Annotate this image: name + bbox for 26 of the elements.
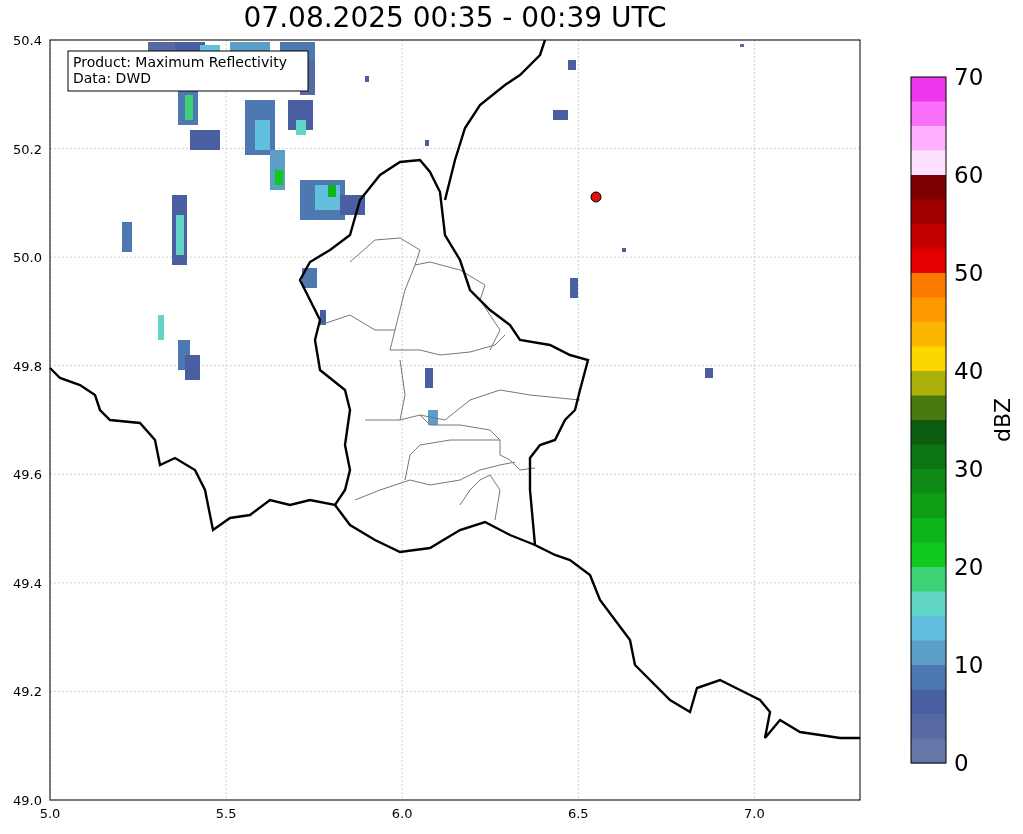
y-tick-label: 49.6 [13, 467, 42, 483]
colorbar-label: dBZ [990, 397, 1015, 443]
colorbar-tick-label: 50 [954, 260, 984, 286]
colorbar-tick-label: 20 [954, 554, 984, 580]
y-tick-label: 50.2 [13, 141, 42, 157]
y-tick-label: 50.4 [13, 33, 42, 48]
y-tick-label: 49.8 [13, 358, 42, 374]
y-tick-label: 49.4 [13, 575, 42, 591]
y-tick-label: 49.0 [13, 793, 42, 808]
x-tick-label: 5.0 [39, 806, 61, 821]
chart-title: 07.08.2025 00:35 - 00:39 UTC [243, 0, 667, 30]
x-tick-label: 5.5 [215, 806, 237, 821]
location-marker [590, 191, 602, 203]
colorbar-tick-label: 70 [954, 64, 984, 90]
colorbar-tick-label: 60 [954, 162, 984, 188]
colorbar-tick-label: 10 [954, 652, 984, 678]
y-tick-label: 49.2 [13, 684, 42, 700]
info-text: Data: DWD [73, 70, 151, 86]
colorbar-tick-label: 30 [954, 456, 984, 482]
colorbar-tick-label: 40 [954, 358, 984, 384]
colorbar-tick-label: 0 [954, 750, 969, 776]
x-tick-label: 6.5 [567, 806, 589, 821]
x-tick-label: 6.0 [391, 806, 413, 821]
x-tick-label: 7.0 [744, 806, 765, 821]
info-text: Product: Maximum Reflectivity [73, 54, 287, 70]
y-tick-label: 50.0 [13, 250, 42, 266]
